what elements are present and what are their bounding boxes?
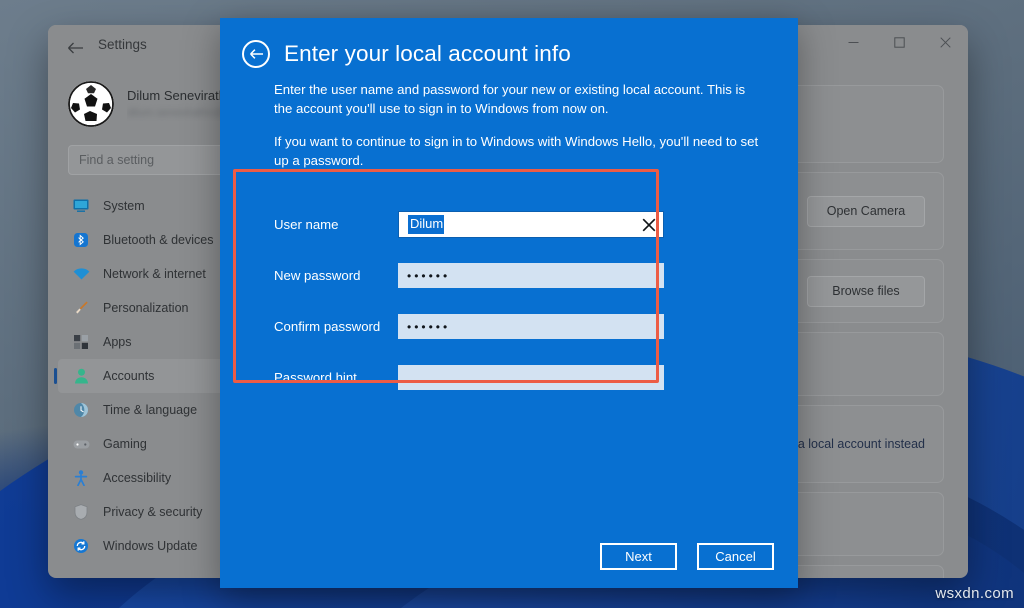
- new-password-label: New password: [274, 268, 398, 283]
- close-icon[interactable]: [922, 25, 968, 59]
- sidebar-item-label: Bluetooth & devices: [103, 233, 214, 247]
- next-button[interactable]: Next: [600, 543, 677, 570]
- clock-globe-icon: [72, 401, 90, 419]
- form-row-confirm-password: Confirm password ••••••: [274, 301, 664, 352]
- system-icon: [72, 197, 90, 215]
- apps-icon: [72, 333, 90, 351]
- sidebar-item-label: Gaming: [103, 437, 147, 451]
- confirm-password-label: Confirm password: [274, 319, 398, 334]
- confirm-password-input[interactable]: ••••••: [398, 314, 664, 339]
- username-value: Dilum: [408, 215, 444, 233]
- sidebar-item-label: System: [103, 199, 145, 213]
- confirm-password-value: ••••••: [407, 321, 450, 333]
- dialog-header: Enter your local account info: [220, 18, 798, 68]
- sidebar-item-label: Accessibility: [103, 471, 171, 485]
- sidebar-item-label: Time & language: [103, 403, 197, 417]
- cancel-button[interactable]: Cancel: [697, 543, 774, 570]
- settings-title: Settings: [98, 37, 147, 52]
- dialog-title: Enter your local account info: [284, 41, 571, 67]
- new-password-input[interactable]: ••••••: [398, 263, 664, 288]
- gamepad-icon: [72, 435, 90, 453]
- shield-icon: [72, 503, 90, 521]
- account-form: User name Dilum New password •••••• Conf…: [274, 199, 664, 403]
- sidebar-item-label: Privacy & security: [103, 505, 202, 519]
- accounts-icon: [72, 367, 90, 385]
- local-account-dialog: Enter your local account info Enter the …: [220, 18, 798, 588]
- form-row-password-hint: Password hint: [274, 352, 664, 403]
- accessibility-icon: [72, 469, 90, 487]
- dialog-body: Enter the user name and password for you…: [220, 68, 798, 171]
- form-row-username: User name Dilum: [274, 199, 664, 250]
- maximize-icon[interactable]: [876, 25, 922, 59]
- password-hint-input[interactable]: [398, 365, 664, 390]
- avatar: [68, 81, 114, 127]
- sidebar-item-label: Personalization: [103, 301, 188, 315]
- search-placeholder: Find a setting: [79, 153, 154, 167]
- sidebar-item-label: Accounts: [103, 369, 154, 383]
- sidebar-item-label: Apps: [103, 335, 132, 349]
- sidebar-item-label: Network & internet: [103, 267, 206, 281]
- username-label: User name: [274, 217, 398, 232]
- new-password-value: ••••••: [407, 270, 450, 282]
- username-input[interactable]: Dilum: [398, 211, 664, 238]
- dialog-paragraph-2: If you want to continue to sign in to Wi…: [274, 132, 760, 170]
- settings-back-button[interactable]: [62, 35, 88, 61]
- dialog-paragraph-1: Enter the user name and password for you…: [274, 80, 760, 118]
- sidebar-item-label: Windows Update: [103, 539, 198, 553]
- clear-username-icon[interactable]: [642, 218, 656, 232]
- screen: Settings: [0, 0, 1024, 608]
- form-row-new-password: New password ••••••: [274, 250, 664, 301]
- browse-files-button[interactable]: Browse files: [807, 276, 925, 307]
- minimize-icon[interactable]: [830, 25, 876, 59]
- watermark: wsxdn.com: [935, 585, 1014, 602]
- update-icon: [72, 537, 90, 555]
- paintbrush-icon: [72, 299, 90, 317]
- password-hint-label: Password hint: [274, 370, 398, 385]
- dialog-actions: Next Cancel: [600, 543, 774, 570]
- wifi-icon: [72, 265, 90, 283]
- bluetooth-icon: [72, 231, 90, 249]
- open-camera-button[interactable]: Open Camera: [807, 196, 925, 227]
- back-circle-icon[interactable]: [242, 40, 270, 68]
